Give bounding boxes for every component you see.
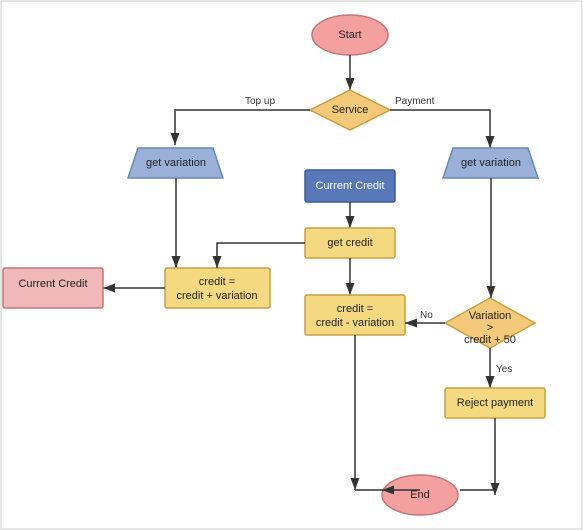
start-label: Start bbox=[338, 29, 361, 41]
credit-minus-node bbox=[305, 295, 405, 335]
variation-check-label1: Variation bbox=[469, 310, 512, 322]
get-variation-left-label: get variation bbox=[146, 157, 206, 169]
credit-plus-label2: credit + variation bbox=[176, 290, 257, 302]
topup-label: Top up bbox=[245, 96, 275, 107]
get-variation-right-label: get variation bbox=[461, 157, 521, 169]
credit-minus-label2: credit - variation bbox=[316, 317, 394, 329]
arrow-getcredit-to-creditplus bbox=[217, 243, 305, 268]
service-label: Service bbox=[332, 104, 369, 116]
credit-plus-label1: credit = bbox=[199, 276, 235, 288]
arrow-service-to-getvarright bbox=[390, 110, 490, 148]
current-credit-pink-label1: Current Credit bbox=[18, 278, 87, 290]
variation-check-label3: credit + 50 bbox=[464, 334, 516, 346]
payment-label: Payment bbox=[395, 96, 435, 107]
get-credit-label: get credit bbox=[327, 237, 372, 249]
reject-payment-label: Reject payment bbox=[457, 397, 533, 409]
credit-minus-label1: credit = bbox=[337, 303, 373, 315]
current-credit-blue-label: Current Credit bbox=[315, 180, 384, 192]
arrow-service-to-getvarleft bbox=[175, 110, 310, 145]
yes-label: Yes bbox=[496, 364, 512, 375]
variation-check-label2: > bbox=[487, 322, 493, 334]
no-label: No bbox=[420, 310, 433, 321]
credit-plus-node bbox=[165, 268, 270, 308]
